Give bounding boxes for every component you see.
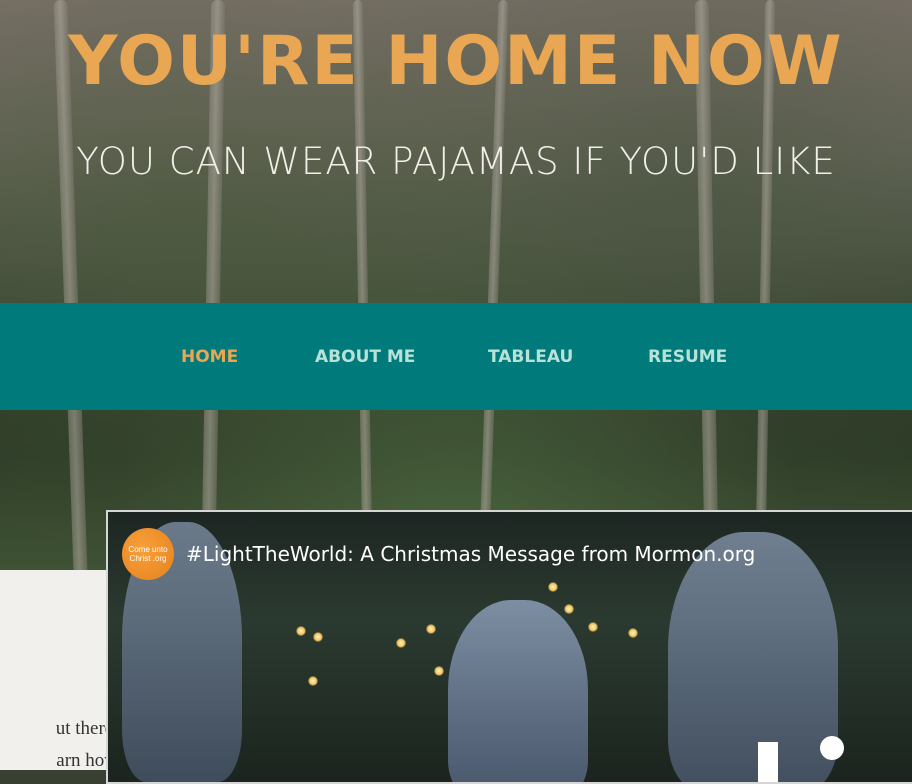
light-dot: [588, 622, 598, 632]
light-dot: [396, 638, 406, 648]
light-dot: [564, 604, 574, 614]
video-figure: [448, 600, 588, 782]
light-dot: [426, 624, 436, 634]
light-dot: [308, 676, 318, 686]
card-text-line: ut there.: [55, 718, 118, 739]
light-dot: [296, 626, 306, 636]
main-nav: HOME ABOUT ME TABLEAU RESUME: [0, 303, 912, 410]
nav-resume[interactable]: RESUME: [648, 347, 727, 367]
light-dot: [628, 628, 638, 638]
nav-tableau[interactable]: TABLEAU: [488, 347, 573, 367]
light-dot: [434, 666, 444, 676]
video-figure: [668, 532, 838, 782]
play-bar-icon: [758, 742, 778, 782]
channel-logo-text: Come unto Christ .org: [128, 545, 168, 563]
card-text-line: arn how: [56, 750, 118, 771]
video-title[interactable]: #LightTheWorld: A Christmas Message from…: [186, 542, 755, 566]
page-title: YOU'RE HOME NOW: [68, 22, 844, 101]
page-subtitle: YOU CAN WEAR PAJAMAS IF YOU'D LIKE: [76, 140, 836, 183]
nav-home[interactable]: HOME: [181, 347, 238, 367]
channel-logo-icon[interactable]: Come unto Christ .org: [122, 528, 174, 580]
embedded-video[interactable]: Come unto Christ .org #LightTheWorld: A …: [106, 510, 912, 784]
nav-about-me[interactable]: ABOUT ME: [315, 347, 415, 367]
light-dot: [548, 582, 558, 592]
dot-icon: [820, 736, 844, 760]
light-dot: [313, 632, 323, 642]
content-card: ut there. arn how: [0, 570, 118, 771]
